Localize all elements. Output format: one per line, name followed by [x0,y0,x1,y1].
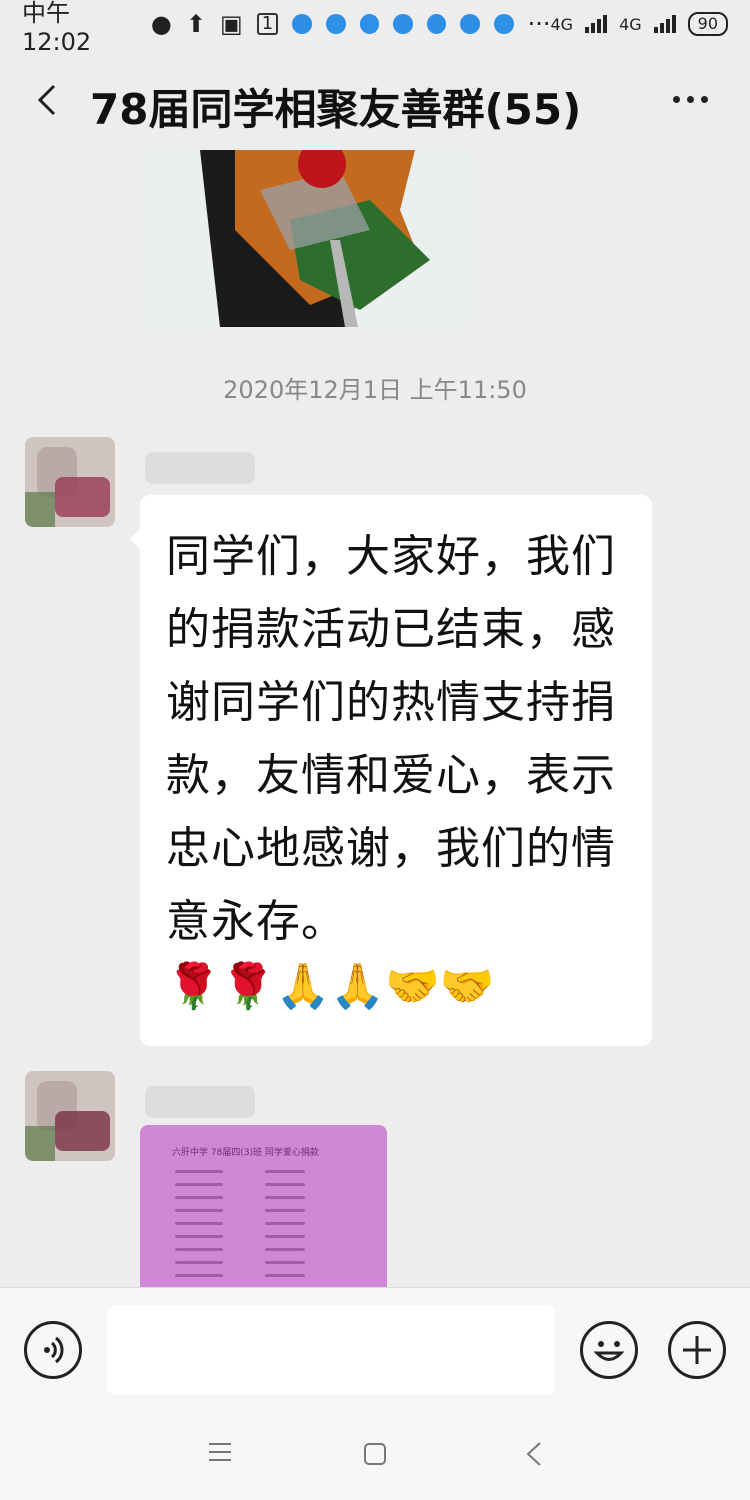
emoji-icon[interactable] [580,1321,638,1379]
avatar[interactable] [25,437,115,527]
app-notification-icon [393,14,413,34]
bouquet-photo[interactable] [140,150,470,327]
message-emojis: 🌹🌹🙏🙏🤝🤝 [166,961,495,1012]
signal-icon [585,15,608,33]
sender-name-blurred [145,452,255,484]
app-notification-icon [325,14,346,34]
message-bubble[interactable]: 同学们，大家好，我们的捐款活动已结束，感谢同学们的热情支持捐款，友情和爱心，表示… [130,495,652,1046]
input-bar [0,1287,750,1410]
message-text: 同学们，大家好，我们的捐款活动已结束，感谢同学们的热情支持捐款，友情和爱心，表示… [166,531,616,947]
plus-icon[interactable] [668,1321,726,1379]
system-nav-bar [0,1410,750,1500]
more-dots-icon[interactable] [673,96,708,103]
app-notification-icon [493,14,514,34]
document-photo-title: 六肝中学 78届四(3)班 同学爱心捐款 [172,1148,319,1158]
sim-icon: ▣ [219,10,243,38]
network-type-1: 4G [550,14,574,34]
upload-icon: ⬆ [185,10,206,38]
chat-notification-icon: ● [150,10,172,38]
chat-header: 78届同学相聚友善群(55) [0,60,750,140]
battery-icon: 90 [687,12,728,36]
status-time: 中午12:02 [22,0,92,56]
signal-icon [653,15,676,33]
chat-timestamp: 2020年12月1日 上午11:50 [223,376,527,404]
triangle-back-icon[interactable] [522,1440,546,1468]
home-square-icon[interactable] [364,1443,386,1465]
voice-icon[interactable] [24,1321,82,1379]
status-bar: 中午12:02 ● ⬆ ▣ 1 ··· 4G 4G 90 [0,0,750,56]
message-input[interactable] [107,1305,555,1395]
donation-list-photo[interactable]: 六肝中学 78届四(3)班 同学爱心捐款 [140,1125,387,1287]
app-notification-icon [426,14,447,34]
network-type-2: 4G [619,14,642,34]
app-notification-icon [359,14,380,34]
sender-name-blurred [145,1086,255,1118]
menu-icon[interactable] [209,1443,231,1467]
chevron-left-icon[interactable] [30,82,66,118]
chat-title: 78届同学相聚友善群(55) [90,85,582,134]
avatar[interactable] [25,1071,115,1161]
app-notification-icon [460,14,480,34]
sim-one-icon: 1 [256,13,279,35]
app-notification-icon [292,14,312,34]
more-notifications-icon: ··· [527,10,551,38]
